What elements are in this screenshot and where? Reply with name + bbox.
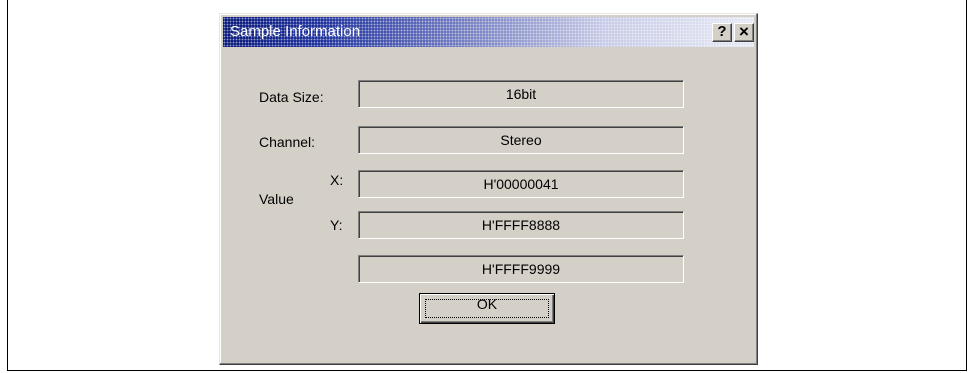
data-size-field: 16bit — [358, 80, 684, 108]
help-button[interactable]: ? — [712, 23, 732, 42]
close-button[interactable]: × — [734, 23, 754, 42]
title-bar[interactable]: Sample Information ? × — [223, 17, 754, 47]
channel-label: Channel: — [259, 134, 316, 150]
value-group-label: Value — [259, 191, 294, 207]
ok-button-label: OK — [476, 296, 498, 312]
window-title: Sample Information — [230, 23, 361, 40]
y-label: Y: — [330, 217, 343, 233]
extra-value-field: H'FFFF9999 — [358, 255, 684, 283]
y-value-field: H'FFFF8888 — [358, 211, 684, 239]
sample-information-dialog: Sample Information ? × Data Size: 16bit … — [219, 13, 758, 365]
ok-button[interactable]: OK — [419, 293, 555, 324]
data-size-label: Data Size: — [259, 89, 324, 105]
x-value-field: H'00000041 — [358, 170, 684, 198]
x-label: X: — [330, 172, 344, 188]
channel-field: Stereo — [358, 126, 684, 154]
